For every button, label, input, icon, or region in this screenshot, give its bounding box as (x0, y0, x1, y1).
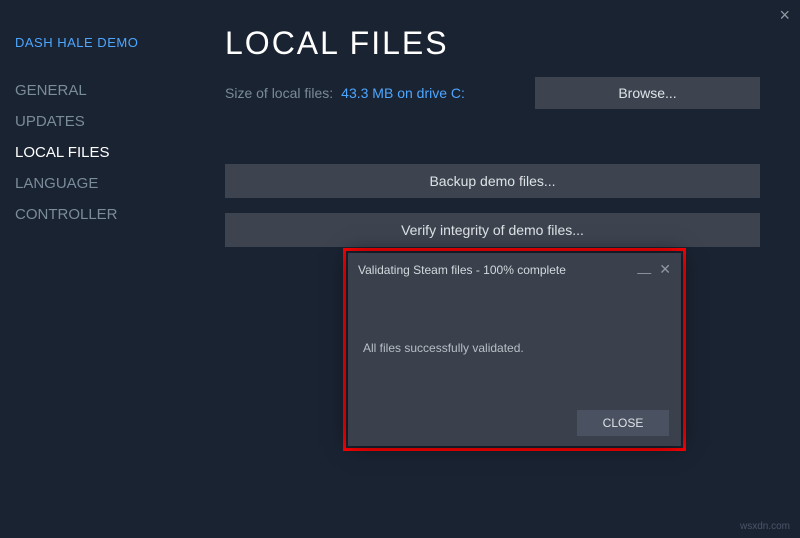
verify-button[interactable]: Verify integrity of demo files... (225, 213, 760, 247)
dialog-footer: CLOSE (577, 410, 669, 436)
size-value-link[interactable]: 43.3 MB on drive C: (341, 85, 527, 101)
dialog-title: Validating Steam files - 100% complete (358, 263, 637, 277)
validation-dialog: Validating Steam files - 100% complete —… (348, 253, 681, 446)
sidebar-item-language[interactable]: LANGUAGE (15, 168, 200, 199)
sidebar-item-controller[interactable]: CONTROLLER (15, 199, 200, 230)
sidebar-item-local-files[interactable]: LOCAL FILES (15, 137, 200, 168)
minimize-icon[interactable]: — (637, 264, 651, 280)
browse-button[interactable]: Browse... (535, 77, 760, 109)
dialog-titlebar[interactable]: Validating Steam files - 100% complete —… (348, 253, 681, 286)
size-row: Size of local files: 43.3 MB on drive C:… (225, 77, 760, 109)
game-title[interactable]: DASH HALE DEMO (15, 35, 200, 50)
sidebar: DASH HALE DEMO GENERAL UPDATES LOCAL FIL… (0, 0, 200, 538)
sidebar-item-general[interactable]: GENERAL (15, 75, 200, 106)
dialog-message: All files successfully validated. (348, 286, 681, 355)
size-label: Size of local files: (225, 85, 333, 101)
sidebar-item-updates[interactable]: UPDATES (15, 106, 200, 137)
page-title: LOCAL FILES (225, 25, 760, 62)
backup-button[interactable]: Backup demo files... (225, 164, 760, 198)
close-button[interactable]: CLOSE (577, 410, 669, 436)
dialog-close-icon[interactable]: ✕ (659, 261, 671, 278)
watermark: wsxdn.com (740, 521, 790, 532)
dialog-highlight: Validating Steam files - 100% complete —… (343, 248, 686, 451)
